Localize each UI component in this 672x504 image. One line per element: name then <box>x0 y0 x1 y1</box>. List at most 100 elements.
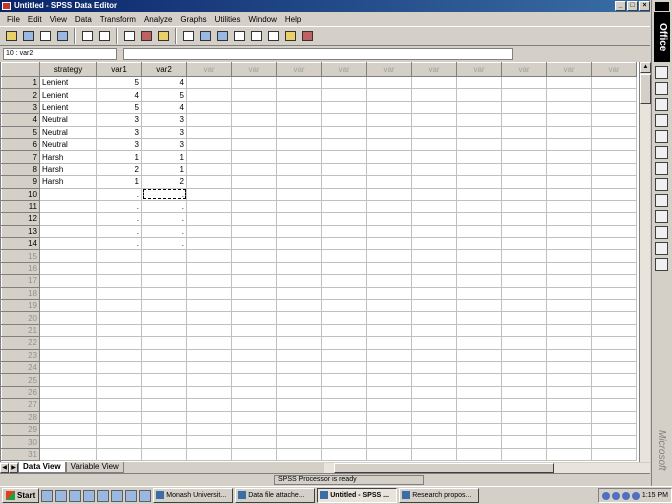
column-header[interactable]: var1 <box>96 62 142 77</box>
data-cell[interactable] <box>231 323 277 338</box>
data-cell[interactable] <box>186 360 232 375</box>
menu-graphs[interactable]: Graphs <box>176 15 210 24</box>
maximize-button[interactable]: □ <box>627 1 638 11</box>
data-cell[interactable] <box>366 175 412 189</box>
data-cell[interactable]: 3 <box>141 113 187 127</box>
data-cell[interactable] <box>321 212 367 226</box>
data-cell[interactable]: 5 <box>141 88 187 102</box>
data-cell[interactable] <box>321 88 367 102</box>
data-cell[interactable] <box>321 435 367 449</box>
data-cell[interactable] <box>321 237 367 251</box>
data-cell[interactable] <box>546 348 592 363</box>
data-cell[interactable] <box>231 113 277 127</box>
data-cell[interactable] <box>411 348 457 363</box>
data-cell[interactable] <box>411 224 457 239</box>
data-cell[interactable] <box>546 150 592 164</box>
data-cell[interactable] <box>366 199 412 214</box>
data-cell[interactable] <box>546 100 592 115</box>
data-cell[interactable] <box>411 398 457 412</box>
data-cell[interactable] <box>276 237 322 251</box>
column-header[interactable]: var <box>276 62 322 77</box>
data-cell[interactable] <box>276 274 322 288</box>
vertical-scrollbar[interactable]: ▲ <box>639 62 651 462</box>
data-cell[interactable] <box>321 373 367 387</box>
data-cell[interactable] <box>591 88 637 102</box>
office-app-icon[interactable] <box>655 98 668 111</box>
select-cases-button[interactable] <box>266 29 281 44</box>
data-cell[interactable] <box>546 410 592 424</box>
data-cell[interactable] <box>39 410 97 424</box>
data-cell[interactable] <box>366 212 412 226</box>
data-cell[interactable] <box>39 447 97 462</box>
data-cell[interactable] <box>231 224 277 239</box>
data-cell[interactable] <box>456 162 502 177</box>
data-cell[interactable] <box>456 75 502 90</box>
data-cell[interactable] <box>321 137 367 152</box>
data-cell[interactable] <box>96 385 142 400</box>
data-cell[interactable] <box>501 311 547 325</box>
data-cell[interactable] <box>186 212 232 226</box>
data-cell[interactable] <box>591 447 637 462</box>
save-button[interactable] <box>21 29 36 44</box>
data-cell[interactable] <box>321 410 367 424</box>
office-app-icon[interactable] <box>655 210 668 223</box>
data-cell[interactable] <box>591 274 637 288</box>
data-cell[interactable] <box>501 299 547 313</box>
office-app-icon[interactable] <box>655 82 668 95</box>
column-header[interactable]: var <box>321 62 367 77</box>
data-cell[interactable] <box>366 100 412 115</box>
data-cell[interactable] <box>96 373 142 387</box>
data-cell[interactable] <box>546 237 592 251</box>
data-cell[interactable] <box>411 249 457 263</box>
data-cell[interactable] <box>141 323 187 338</box>
data-cell[interactable] <box>501 125 547 139</box>
data-cell[interactable]: 1 <box>96 150 142 164</box>
row-header[interactable]: 27 <box>1 398 40 412</box>
row-header[interactable]: 10 <box>1 187 40 201</box>
data-cell[interactable] <box>321 199 367 214</box>
data-cell[interactable] <box>366 447 412 462</box>
taskbar-item[interactable]: Data file attache... <box>235 488 316 503</box>
data-cell[interactable] <box>366 187 412 201</box>
data-cell[interactable] <box>276 224 322 239</box>
data-cell[interactable] <box>276 299 322 313</box>
data-cell[interactable] <box>411 88 457 102</box>
menu-transform[interactable]: Transform <box>96 15 140 24</box>
row-header[interactable]: 12 <box>1 212 40 226</box>
data-cell[interactable] <box>96 323 142 338</box>
data-cell[interactable] <box>39 336 97 350</box>
spss-app-icon[interactable] <box>2 2 11 10</box>
data-cell[interactable] <box>39 299 97 313</box>
data-cell[interactable] <box>366 113 412 127</box>
data-cell[interactable] <box>366 261 412 276</box>
row-header[interactable]: 17 <box>1 274 40 288</box>
data-cell[interactable] <box>456 373 502 387</box>
row-header[interactable]: 21 <box>1 323 40 338</box>
data-cell[interactable] <box>591 385 637 400</box>
data-cell[interactable] <box>231 422 277 437</box>
row-header[interactable]: 3 <box>1 100 40 115</box>
data-cell[interactable] <box>411 137 457 152</box>
data-cell[interactable] <box>546 311 592 325</box>
data-cell[interactable] <box>96 299 142 313</box>
data-cell[interactable] <box>186 348 232 363</box>
data-cell[interactable] <box>321 311 367 325</box>
data-cell[interactable] <box>366 150 412 164</box>
row-header[interactable]: 25 <box>1 373 40 387</box>
data-cell[interactable]: . <box>96 187 142 201</box>
data-cell[interactable] <box>186 237 232 251</box>
data-cell[interactable] <box>231 125 277 139</box>
data-cell[interactable] <box>321 348 367 363</box>
data-cell[interactable] <box>546 286 592 301</box>
data-cell[interactable] <box>96 398 142 412</box>
data-cell[interactable] <box>591 360 637 375</box>
data-cell[interactable] <box>96 447 142 462</box>
data-cell[interactable] <box>501 162 547 177</box>
data-cell[interactable]: . <box>141 237 187 251</box>
data-cell[interactable] <box>366 323 412 338</box>
data-cell[interactable] <box>141 385 187 400</box>
data-cell[interactable] <box>321 447 367 462</box>
data-cell[interactable] <box>141 447 187 462</box>
row-header[interactable]: 19 <box>1 299 40 313</box>
data-cell[interactable]: Harsh <box>39 175 97 189</box>
